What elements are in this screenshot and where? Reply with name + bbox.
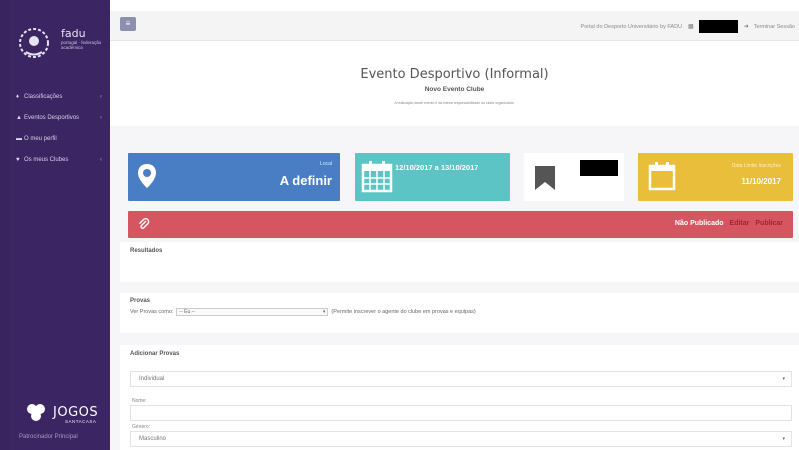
category-card xyxy=(524,153,624,201)
sidebar-item-perfil[interactable]: ▬ O meu perfil xyxy=(9,128,110,149)
topbar-right: Portal do Desporto Universitário by FADU… xyxy=(581,20,795,33)
trophy-icon: ♦ xyxy=(16,93,20,100)
topbar: ≡ Portal do Desporto Universitário by FA… xyxy=(110,11,799,41)
gender-value: Masculino xyxy=(139,436,167,442)
redacted-username xyxy=(698,20,738,33)
fadu-emblem-icon xyxy=(19,28,49,58)
bookmark-icon xyxy=(535,166,555,190)
prova-type-select[interactable]: Individual ▾ xyxy=(130,371,792,387)
sidebar-item-classificacoes[interactable]: ♦ Classificações ‹ xyxy=(9,86,110,107)
club-icon: ♥ xyxy=(16,156,20,163)
edit-link[interactable]: Editar xyxy=(730,220,750,227)
jogos-santacasa-logo-icon xyxy=(27,404,45,421)
gender-select[interactable]: Masculino ▾ xyxy=(130,431,792,447)
page-subtitle: Novo Evento Clube xyxy=(424,86,485,93)
sidebar-item-label: Eventos Desportivos xyxy=(24,114,80,121)
sidebar-item-label: Os meus Clubes xyxy=(24,156,69,163)
publish-status-bar: Não Publicado Editar Publicar xyxy=(128,211,793,238)
sidebar-nav: ♦ Classificações ‹ ▲ Eventos Desportivos… xyxy=(9,86,110,170)
hamburger-icon: ≡ xyxy=(125,19,131,28)
sidebar-item-label: Classificações xyxy=(24,93,63,100)
sponsor-subname: SANTACASA xyxy=(65,419,97,424)
registration-deadline-card: Data Limite Inscrições 11/10/2017 xyxy=(638,153,793,201)
provas-view-hint: (Permite inscrever o agente do clube em … xyxy=(331,309,476,315)
chevron-down-icon: ▾ xyxy=(782,436,785,442)
logout-icon: ➜ xyxy=(743,24,749,30)
provas-view-select[interactable]: -- Eu -- ▾ xyxy=(176,308,329,316)
logo-text: fadu xyxy=(61,27,86,40)
sidebar-item-eventos[interactable]: ▲ Eventos Desportivos ‹ xyxy=(9,107,110,128)
add-provas-title: Adicionar Provas xyxy=(130,351,180,357)
publish-link[interactable]: Publicar xyxy=(755,220,783,227)
status-badge: Não Publicado xyxy=(674,220,724,227)
left-edge-band xyxy=(0,0,9,450)
add-provas-section: Adicionar Provas Individual ▾ Nome: Géne… xyxy=(120,345,799,450)
deadline-value: 11/10/2017 xyxy=(741,177,781,186)
location-label: Local xyxy=(320,161,332,167)
event-date-range: 12/10/2017 a 13/10/2017 xyxy=(395,163,479,172)
page-title: Evento Desportivo (Informal) xyxy=(360,67,549,82)
provas-view-label: Ver Provas como: xyxy=(130,309,174,315)
redacted-category xyxy=(580,160,618,176)
sidebar-item-label: O meu perfil xyxy=(24,135,57,142)
sponsor-name: JOGOS xyxy=(53,405,99,420)
sidebar: fadu portugal · federação académica ♦ Cl… xyxy=(9,0,110,450)
provas-view-row: Ver Provas como: -- Eu -- ▾ (Permite ins… xyxy=(130,308,476,316)
gender-label: Género: xyxy=(132,424,151,430)
results-title: Resultados xyxy=(130,248,163,254)
provas-title: Provas xyxy=(130,298,151,304)
fadu-logo[interactable]: fadu portugal · federação académica xyxy=(9,18,110,68)
chevron-down-icon: ▾ xyxy=(782,376,785,382)
location-card: Local A definir xyxy=(128,153,340,201)
chevron-left-icon: ‹ xyxy=(100,114,102,121)
page-header: Evento Desportivo (Informal) Novo Evento… xyxy=(110,52,799,122)
profile-icon: ▬ xyxy=(16,135,22,142)
results-section: Resultados xyxy=(120,242,799,282)
logo-subtext: portugal · federação académica xyxy=(61,40,102,50)
chevron-left-icon: ‹ xyxy=(100,156,102,163)
sidebar-item-clubes[interactable]: ♥ Os meus Clubes ‹ xyxy=(9,149,110,170)
date-card: 12/10/2017 a 13/10/2017 xyxy=(355,153,510,201)
sponsor-caption: Patrocinador Principal xyxy=(19,434,78,440)
prova-type-value: Individual xyxy=(139,376,165,382)
calendar-icon xyxy=(361,161,393,193)
calendar-icon xyxy=(648,162,676,191)
provas-section: Provas Ver Provas como: -- Eu -- ▾ (Perm… xyxy=(120,293,799,333)
map-pin-icon xyxy=(138,164,156,188)
page-note: A realização deste evento é da inteira r… xyxy=(394,101,515,105)
event-icon: ▲ xyxy=(16,114,22,121)
paperclip-icon xyxy=(139,218,150,229)
provas-view-select-value: -- Eu -- xyxy=(179,309,195,315)
deadline-label: Data Limite Inscrições xyxy=(731,163,781,169)
status-actions: Não Publicado Editar Publicar xyxy=(675,220,783,227)
sponsor-block: JOGOS SANTACASA Patrocinador Principal xyxy=(9,396,110,450)
name-input[interactable] xyxy=(130,405,792,421)
menu-toggle-button[interactable]: ≡ xyxy=(120,17,136,31)
chevron-down-icon: ▾ xyxy=(322,309,326,315)
location-value: A definir xyxy=(279,173,332,188)
chevron-left-icon: ‹ xyxy=(100,93,102,100)
logout-link[interactable]: Terminar Sessão xyxy=(754,24,795,30)
user-icon: ▦ xyxy=(688,24,694,30)
name-label: Nome: xyxy=(132,398,147,404)
portal-link[interactable]: Portal do Desporto Universitário by FADU xyxy=(581,24,682,30)
